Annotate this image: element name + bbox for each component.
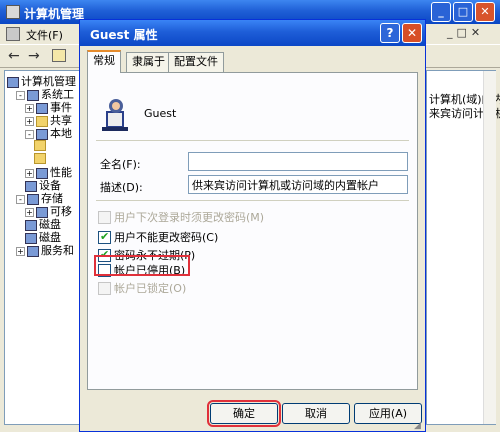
folder-icon: [34, 152, 46, 164]
minimize-button[interactable]: _: [431, 2, 451, 22]
back-arrow-icon[interactable]: ←: [8, 48, 20, 64]
mdi-buttons[interactable]: _□✕: [447, 26, 484, 39]
forward-arrow-icon[interactable]: →: [28, 48, 40, 64]
fullname-input[interactable]: [188, 152, 408, 171]
close-window-button[interactable]: ✕: [475, 2, 495, 22]
ok-button[interactable]: 确定: [207, 400, 281, 427]
guest-properties-dialog: Guest 属性 ? ✕ 常规 隶属于 配置文件 Guest 全名(F): 描述…: [79, 19, 426, 432]
disabled-account-highlight: [94, 255, 190, 276]
checkbox-label: 帐户已锁定(O): [114, 282, 187, 295]
tree-item-label: 服务和: [41, 244, 74, 257]
description-label: 描述(D):: [100, 181, 143, 194]
console-tree: 计算机管理 - 系统工 + 事件 + 共享 - 本地 + 性能 设备 - 存储 + 可移 磁盘 磁盘 + 服务和: [4, 70, 80, 425]
expand-toggle-icon[interactable]: -: [16, 90, 25, 100]
expand-toggle-icon[interactable]: -: [25, 129, 34, 139]
general-tab-panel: Guest 全名(F): 描述(D): 用户下次登录时须更改密码(M) 用户不能更…: [87, 72, 418, 390]
app-icon: [6, 5, 20, 19]
folder-up-icon[interactable]: [52, 49, 66, 62]
expand-toggle-icon[interactable]: +: [16, 246, 25, 256]
menu-file[interactable]: 文件(F): [26, 27, 63, 43]
dialog-title: Guest 属性: [90, 28, 158, 42]
resize-grip-icon[interactable]: ◢: [414, 421, 421, 431]
checkbox-box[interactable]: [98, 230, 111, 244]
account-locked-checkbox: 帐户已锁定(O): [98, 280, 186, 296]
help-button[interactable]: ?: [380, 23, 400, 43]
checkbox-box: [98, 281, 111, 295]
divider: [96, 200, 409, 201]
menu-app-icon: [6, 27, 20, 41]
divider: [96, 140, 409, 141]
tab-member-of[interactable]: 隶属于: [126, 52, 171, 72]
maximize-button[interactable]: □: [453, 2, 473, 22]
tree-item[interactable]: [34, 151, 48, 164]
user-icon: [102, 99, 128, 131]
description-input[interactable]: [188, 175, 408, 194]
window-title: 计算机管理: [24, 7, 85, 21]
folder-icon: [34, 139, 46, 151]
checkbox-box: [98, 210, 111, 224]
user-name: Guest: [144, 107, 177, 120]
tree-item[interactable]: + 服务和: [16, 242, 74, 258]
checkbox-label: 用户下次登录时须更改密码(M): [114, 211, 265, 224]
details-pane: 计算机(域)的内 来宾访问计算机或: [426, 70, 500, 425]
cancel-button[interactable]: 取消: [282, 403, 350, 424]
services-icon: [27, 245, 39, 257]
tree-item-label: 本地: [50, 127, 72, 140]
tab-profile[interactable]: 配置文件: [168, 52, 224, 72]
close-dialog-button[interactable]: ✕: [402, 23, 422, 43]
cannot-change-password-checkbox[interactable]: 用户不能更改密码(C): [98, 229, 218, 245]
checkbox-label: 用户不能更改密码(C): [114, 231, 219, 244]
fullname-label: 全名(F):: [100, 158, 141, 171]
dialog-titlebar: Guest 属性 ? ✕: [80, 20, 425, 46]
apply-button[interactable]: 应用(A): [354, 403, 422, 424]
must-change-password-checkbox: 用户下次登录时须更改密码(M): [98, 209, 264, 225]
tab-general[interactable]: 常规: [87, 50, 121, 73]
tree-item[interactable]: [34, 138, 48, 151]
expand-toggle-icon[interactable]: -: [16, 194, 25, 204]
vertical-scrollbar[interactable]: [483, 71, 496, 424]
tree-item[interactable]: - 本地: [25, 125, 72, 141]
